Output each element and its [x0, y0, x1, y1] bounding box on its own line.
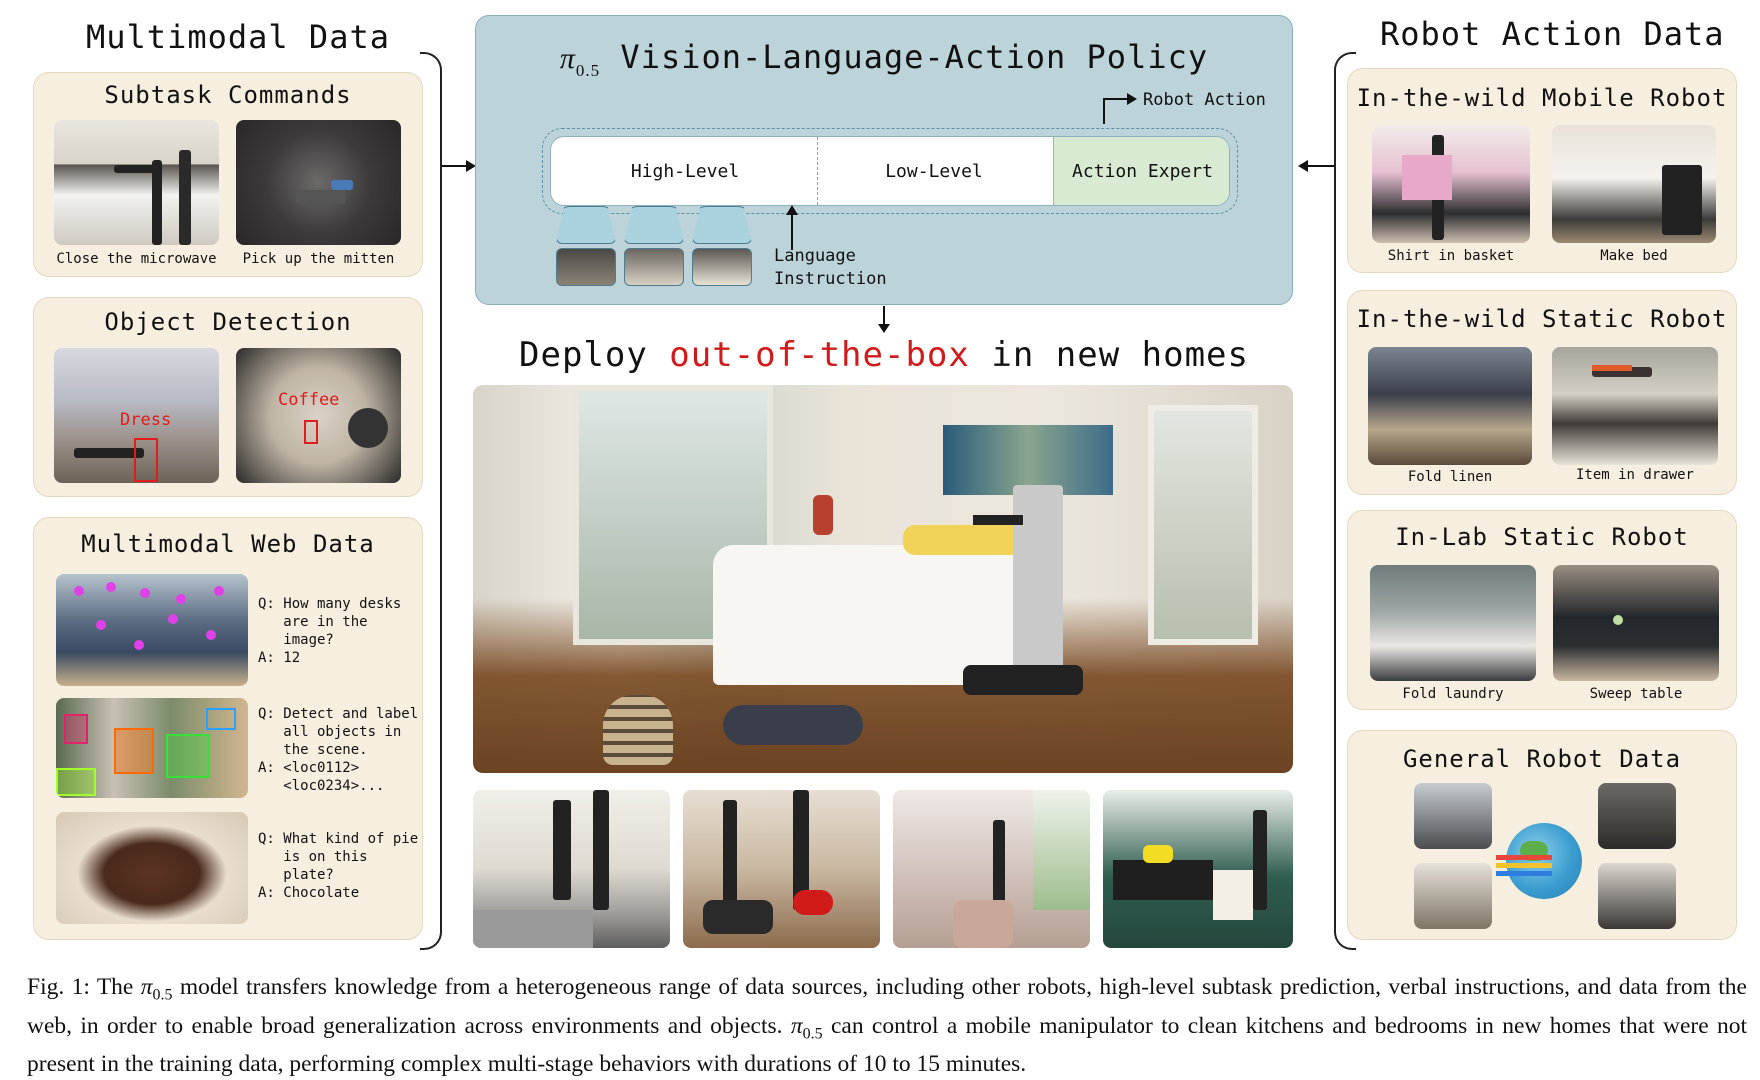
static-robot-title: In-the-wild Static Robot: [1356, 305, 1728, 333]
qa-detect-label: Q: Detect and label all objects in the s…: [258, 706, 419, 794]
qa-pie: Q: What kind of pie is on this plate? A:…: [258, 831, 419, 901]
high-level-segment: High-Level: [630, 160, 740, 182]
language-arrow-head: [786, 205, 798, 215]
robot-action-data-title: Robot Action Data: [1380, 15, 1725, 53]
pick-up-mitten-image: [236, 120, 401, 245]
general-robot-image-1: [1414, 783, 1492, 849]
classroom-desks-image: [56, 574, 248, 686]
caption-lead: Fig. 1: The: [27, 974, 141, 1000]
object-detection-panel: Object Detection Dress Coffee: [33, 297, 423, 497]
pipeline-inner: High-Level Low-Level Action Expert: [550, 136, 1230, 206]
right-arrow-line: [1306, 165, 1334, 167]
fold-laundry-image: [1370, 565, 1536, 681]
action-expert-segment: Action Expert: [1053, 137, 1229, 205]
coffee-bounding-box: [304, 420, 318, 444]
coffee-label: Coffee: [278, 390, 340, 410]
robot-action-label: Robot Action: [1143, 90, 1266, 110]
low-level-segment: Low-Level: [885, 160, 983, 182]
left-arrow-line: [442, 165, 468, 167]
language-instruction-label: Language Instruction: [774, 246, 887, 289]
pink-bedroom-image: [893, 790, 1090, 948]
robot-action-arrow-stem: [1103, 98, 1105, 124]
subtask-commands-panel: Subtask Commands Close the microwave Pic…: [33, 72, 423, 277]
deploy-arrow-stem: [883, 306, 885, 326]
make-bed-image: [1552, 125, 1716, 243]
caption-close-microwave: Close the microwave: [56, 251, 217, 267]
multimodal-web-data-title: Multimodal Web Data: [81, 530, 375, 558]
lab-robot-title: In-Lab Static Robot: [1395, 523, 1689, 551]
robot-action-arrow-line: [1103, 98, 1129, 100]
deployment-bedroom-image: [473, 385, 1293, 773]
camera-view-2: [624, 248, 684, 286]
caption-sweep-table: Sweep table: [1589, 686, 1683, 702]
caption-fold-laundry: Fold laundry: [1402, 686, 1504, 702]
labeled-objects-image: [56, 698, 248, 798]
bedroom-floor-image: [683, 790, 880, 948]
caption-item-in-drawer: Item in drawer: [1575, 467, 1694, 483]
right-arrow-head: [1298, 160, 1308, 172]
robot-action-arrow-head: [1127, 93, 1137, 105]
deploy-highlight: out-of-the-box: [669, 335, 970, 375]
chocolate-pie-image: [56, 812, 248, 924]
vla-policy-box: π0.5 Vision-Language-Action Policy Robot…: [475, 15, 1293, 305]
policy-title: π0.5 Vision-Language-Action Policy: [476, 38, 1292, 81]
camera-view-1: [556, 248, 616, 286]
image-token-1: [556, 206, 616, 244]
item-in-drawer-image: [1552, 347, 1718, 465]
image-token-2: [624, 206, 684, 244]
caption-pick-up-mitten: Pick up the mitten: [242, 251, 395, 267]
model-pipeline: High-Level Low-Level Action Expert: [542, 128, 1238, 214]
caption-shirt-in-basket: Shirt in basket: [1387, 248, 1515, 264]
camera-view-3: [692, 248, 752, 286]
general-robot-image-2: [1598, 783, 1676, 849]
sweep-table-image: [1553, 565, 1719, 681]
dress-detection-image: Dress: [54, 348, 219, 483]
kitchen-sink-image: [473, 790, 670, 948]
green-kitchen-image: [1103, 790, 1293, 948]
general-robot-image-3: [1414, 863, 1492, 929]
general-robot-image-4: [1598, 863, 1676, 929]
caption-pi-sub-2: 0.5: [802, 1025, 823, 1043]
caption-fold-linen: Fold linen: [1407, 469, 1493, 485]
globe-icon: [1496, 823, 1582, 899]
close-microwave-image: [54, 120, 219, 245]
subtask-commands-title: Subtask Commands: [104, 81, 352, 109]
left-brace: [420, 52, 442, 950]
shirt-in-basket-image: [1372, 125, 1530, 243]
image-token-3: [692, 206, 752, 244]
deploy-pre: Deploy: [519, 335, 670, 375]
policy-title-text: Vision-Language-Action Policy: [620, 38, 1209, 76]
dress-label: Dress: [120, 410, 172, 430]
deploy-post: in new homes: [969, 335, 1249, 375]
mobile-robot-title: In-the-wild Mobile Robot: [1356, 84, 1728, 112]
lab-robot-panel: In-Lab Static Robot Fold laundry Sweep t…: [1347, 510, 1737, 710]
deploy-arrow-head: [878, 324, 890, 333]
mobile-robot-panel: In-the-wild Mobile Robot Shirt in basket…: [1347, 68, 1737, 273]
caption-make-bed: Make bed: [1600, 248, 1668, 264]
figure-caption: Fig. 1: The π0.5 model transfers knowled…: [27, 972, 1747, 1079]
caption-pi-2: π: [790, 1012, 803, 1039]
deploy-heading: Deploy out-of-the-box in new homes: [475, 335, 1293, 375]
general-robot-title: General Robot Data: [1402, 745, 1682, 773]
fold-linen-image: [1368, 347, 1532, 465]
qa-desks: Q: How many desks are in the image? A: 1…: [258, 596, 402, 666]
coffee-detection-image: Coffee: [236, 348, 401, 483]
multimodal-web-data-panel: Multimodal Web Data Q: How many desks ar…: [33, 517, 423, 940]
caption-pi-sub-1: 0.5: [152, 986, 173, 1004]
pi-subscript: 0.5: [575, 61, 601, 80]
general-robot-panel: General Robot Data: [1347, 730, 1737, 940]
multimodal-data-title: Multimodal Data: [86, 18, 390, 56]
caption-pi-1: π: [140, 974, 153, 1000]
pi-symbol: π: [559, 42, 576, 75]
static-robot-panel: In-the-wild Static Robot Fold linen Item…: [1347, 290, 1737, 495]
dress-bounding-box: [134, 438, 158, 482]
object-detection-title: Object Detection: [104, 308, 352, 336]
